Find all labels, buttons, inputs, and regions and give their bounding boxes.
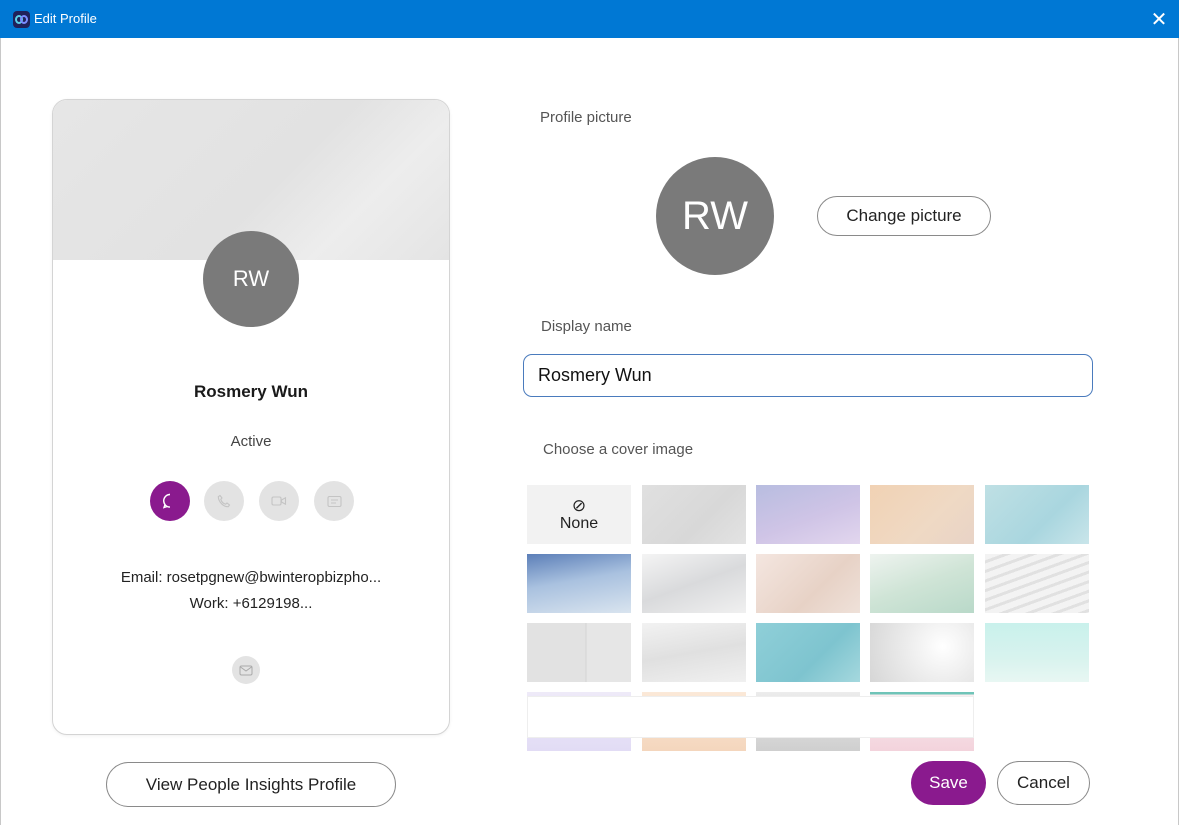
none-icon: ⊘ xyxy=(571,495,587,515)
cover-option-waves[interactable] xyxy=(985,554,1089,613)
profile-avatar: RW xyxy=(656,157,774,275)
title-bar: Edit Profile ✕ xyxy=(0,0,1179,38)
phone-icon[interactable] xyxy=(204,481,244,521)
chat-icon[interactable] xyxy=(150,481,190,521)
cover-option-blush[interactable] xyxy=(756,554,860,613)
cancel-button[interactable]: Cancel xyxy=(997,761,1090,805)
window-title: Edit Profile xyxy=(34,11,97,26)
cover-option-snow[interactable] xyxy=(642,554,746,613)
contact-card-icon[interactable] xyxy=(314,481,354,521)
cover-option-lavender[interactable] xyxy=(756,485,860,544)
view-people-insights-button[interactable]: View People Insights Profile xyxy=(106,762,396,807)
cover-option-peach[interactable] xyxy=(870,485,974,544)
display-name-input[interactable] xyxy=(523,354,1093,397)
window-border-left xyxy=(0,38,1,825)
webex-logo-icon xyxy=(13,11,30,28)
card-avatar: RW xyxy=(203,231,299,327)
card-status: Active xyxy=(230,433,272,450)
cover-option-sky[interactable] xyxy=(527,554,631,613)
cover-option-wall[interactable] xyxy=(527,623,631,682)
cover-option-curve[interactable] xyxy=(870,623,974,682)
mail-icon[interactable] xyxy=(232,656,260,684)
cover-grid-overlay xyxy=(527,696,974,738)
card-work-phone: Work: +6129198... xyxy=(189,595,313,612)
cover-option-frost[interactable] xyxy=(642,623,746,682)
change-picture-button[interactable]: Change picture xyxy=(817,196,991,236)
cover-option-mint-fog[interactable] xyxy=(870,554,974,613)
cover-option-teal[interactable] xyxy=(756,623,860,682)
cover-option-gray[interactable] xyxy=(642,485,746,544)
cover-option-seafoam[interactable] xyxy=(985,623,1089,682)
cover-image-grid: ⊘ None xyxy=(527,485,1089,751)
cover-option-aqua[interactable] xyxy=(985,485,1089,544)
profile-picture-label: Profile picture xyxy=(540,109,632,126)
cover-option-none[interactable]: ⊘ None xyxy=(527,485,631,544)
close-icon[interactable]: ✕ xyxy=(1139,0,1179,38)
cover-none-label: None xyxy=(559,514,599,532)
card-name: Rosmery Wun xyxy=(194,382,308,401)
display-name-label: Display name xyxy=(541,318,632,335)
card-email: Email: rosetpgnew@bwinteropbizpho... xyxy=(120,569,382,586)
save-button[interactable]: Save xyxy=(911,761,986,805)
card-action-bar xyxy=(150,481,354,521)
cover-image-label: Choose a cover image xyxy=(543,441,694,458)
profile-card-preview: RW Rosmery Wun Active Email: rosetpgnew@… xyxy=(52,99,450,735)
video-icon[interactable] xyxy=(259,481,299,521)
